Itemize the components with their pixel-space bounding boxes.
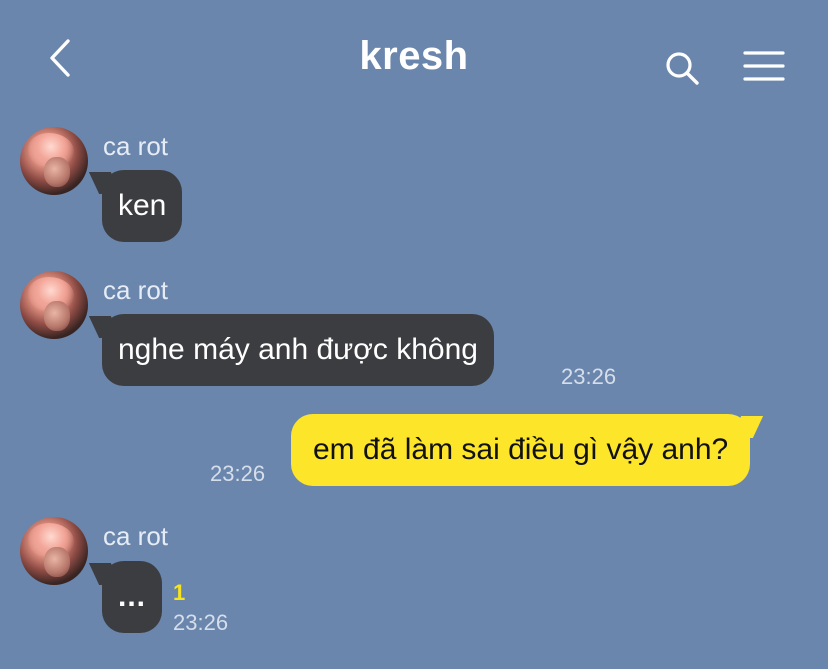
- message-text: ...: [117, 580, 146, 613]
- message-bubble[interactable]: ken: [102, 170, 183, 242]
- menu-button[interactable]: [740, 44, 788, 88]
- message-bubble-outgoing[interactable]: em đã làm sai điều gì vậy anh?: [291, 414, 751, 486]
- message-text: ken: [118, 189, 167, 222]
- avatar[interactable]: [20, 517, 88, 585]
- message-text: nghe máy anh được không: [118, 333, 478, 366]
- message-text: em đã làm sai điều gì vậy anh?: [313, 433, 729, 466]
- sender-name: ca rot: [103, 131, 169, 161]
- hamburger-menu-icon: [743, 51, 785, 81]
- search-button[interactable]: [660, 46, 704, 90]
- avatar[interactable]: [20, 271, 88, 339]
- sender-name: ca rot: [103, 275, 169, 305]
- avatar-face: [44, 301, 70, 331]
- chat-header: kresh: [0, 0, 828, 110]
- unread-count: 1: [173, 580, 186, 605]
- avatar-face: [44, 157, 70, 187]
- message-bubble[interactable]: ...: [102, 561, 162, 633]
- sender-name: ca rot: [103, 521, 169, 551]
- message-time: 23:26: [210, 461, 266, 486]
- search-icon: [666, 52, 699, 85]
- avatar[interactable]: [20, 127, 88, 195]
- message-time: 23:26: [173, 610, 229, 635]
- message-time: 23:26: [561, 364, 617, 389]
- avatar-face: [44, 547, 70, 577]
- message-bubble[interactable]: nghe máy anh được không: [102, 314, 494, 386]
